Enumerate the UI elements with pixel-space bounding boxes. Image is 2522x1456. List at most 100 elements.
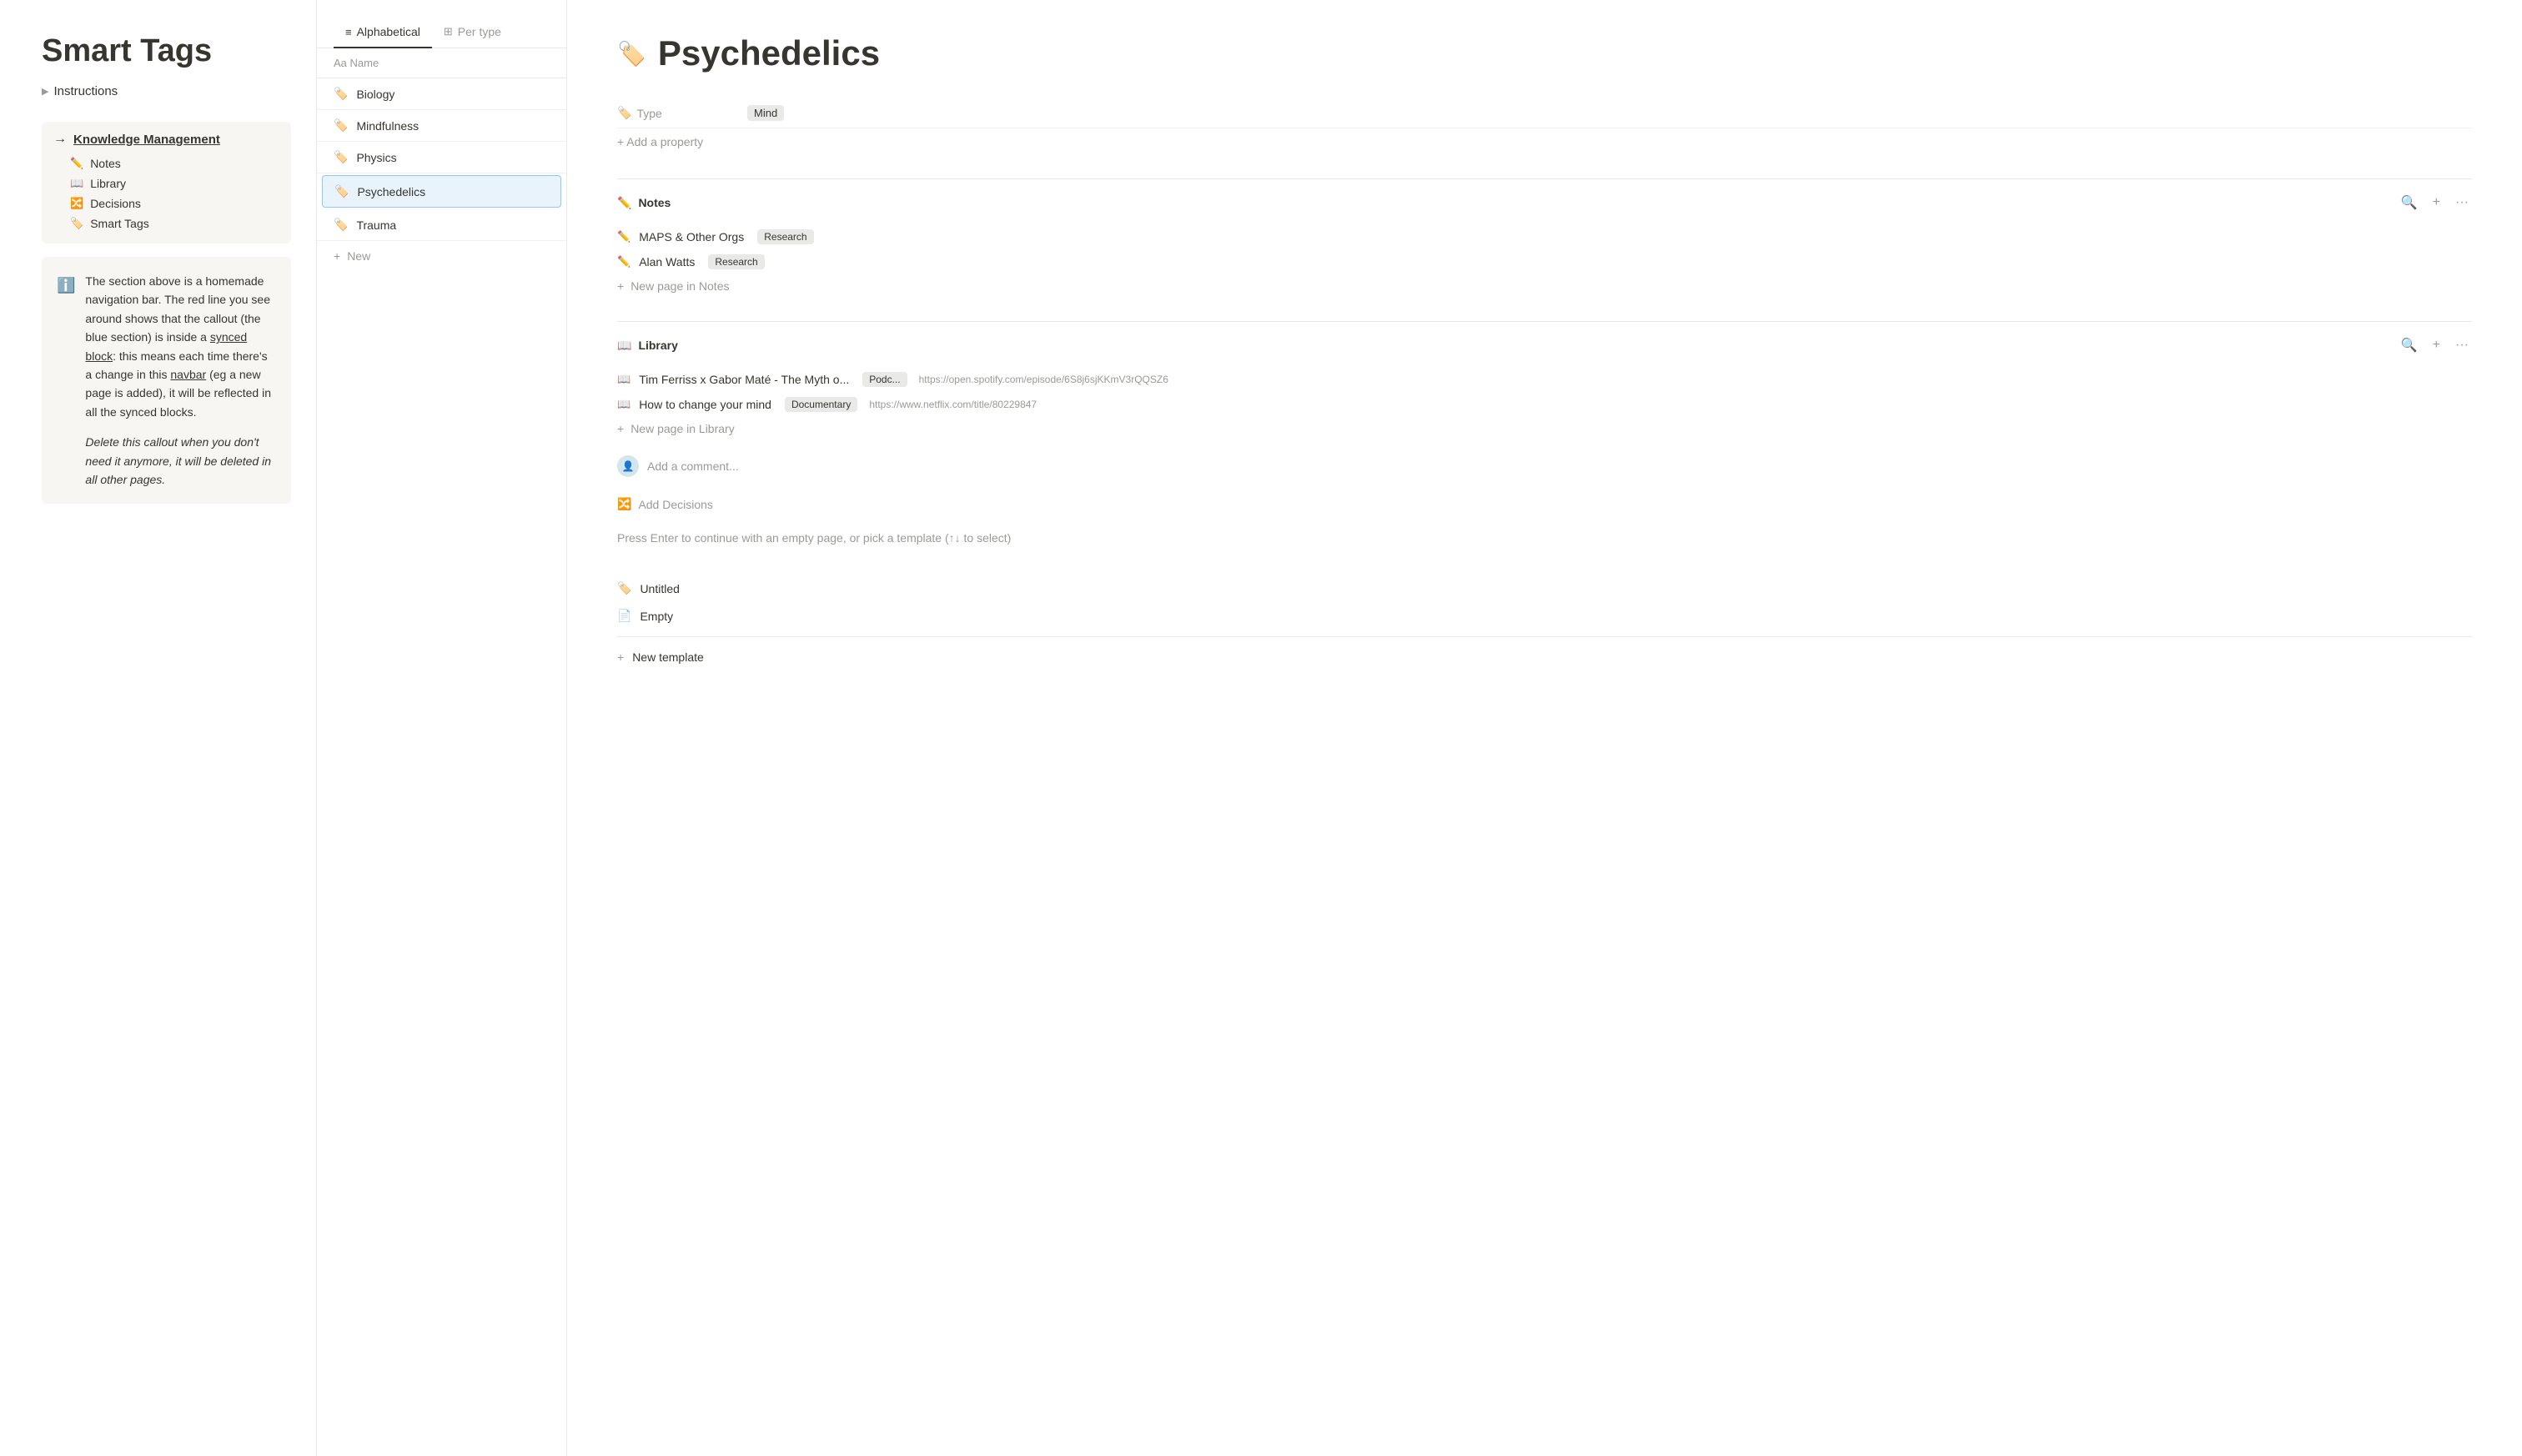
- note-row-maps: ✏️ MAPS & Other Orgs Research: [617, 224, 2472, 249]
- nav-item-label: Smart Tags: [90, 217, 149, 230]
- tab-per-type-label: Per type: [458, 25, 501, 38]
- template-option-untitled[interactable]: 🏷️ Untitled: [617, 575, 2472, 602]
- tab-alphabetical[interactable]: ≡ Alphabetical: [334, 17, 432, 48]
- tag-label: Psychedelics: [357, 185, 425, 198]
- middle-panel: ≡ Alphabetical ⊞ Per type Aa Name 🏷️ Bio…: [317, 0, 567, 1456]
- add-page-library-button[interactable]: + New page in Library: [617, 417, 2472, 440]
- untitled-icon: 🏷️: [617, 581, 631, 595]
- library-section-header: 📖 Library 🔍 + ···: [617, 335, 2472, 355]
- tag-item-biology[interactable]: 🏷️ Biology: [317, 78, 566, 110]
- type-label: Type: [636, 107, 661, 120]
- note-icon: ✏️: [617, 255, 630, 269]
- note-title-alan[interactable]: Alan Watts: [639, 255, 695, 269]
- instructions-toggle[interactable]: ▶ Instructions: [42, 84, 291, 98]
- template-options: 🏷️ Untitled 📄 Empty + New template: [617, 566, 2472, 679]
- tag-item-psychedelics[interactable]: 🏷️ Psychedelics: [322, 175, 561, 208]
- empty-icon: 📄: [617, 609, 631, 623]
- synced-block-link[interactable]: synced block: [85, 330, 247, 362]
- add-page-library-label: New page in Library: [630, 422, 735, 435]
- add-page-plus-icon: +: [617, 279, 624, 293]
- new-tag-label: New: [347, 249, 370, 263]
- nav-items-list: ✏️ Notes 📖 Library 🔀 Decisions 🏷️ Smart …: [53, 153, 279, 233]
- add-property-button[interactable]: + Add a property: [617, 128, 2472, 155]
- tag-item-physics[interactable]: 🏷️ Physics: [317, 142, 566, 173]
- decisions-icon: 🔀: [70, 197, 83, 210]
- add-decisions-button[interactable]: 🔀 Add Decisions: [617, 490, 2472, 518]
- template-option-empty[interactable]: 📄 Empty: [617, 602, 2472, 630]
- template-divider: [617, 636, 2472, 637]
- nav-item-label: Library: [90, 177, 126, 190]
- nav-header[interactable]: → Knowledge Management: [53, 132, 279, 147]
- library-row-tim: 📖 Tim Ferriss x Gabor Maté - The Myth o.…: [617, 367, 2472, 392]
- lib-icon: 📖: [617, 373, 630, 386]
- left-panel: Smart Tags ▶ Instructions → Knowledge Ma…: [0, 0, 317, 1456]
- tag-list: 🏷️ Biology 🏷️ Mindfulness 🏷️ Physics 🏷️ …: [317, 78, 566, 241]
- nav-title[interactable]: Knowledge Management: [73, 133, 220, 147]
- library-more-button[interactable]: ···: [2452, 336, 2472, 354]
- type-property-label: 🏷️ Type: [617, 106, 734, 120]
- type-value-badge[interactable]: Mind: [747, 105, 784, 121]
- notes-section-header: ✏️ Notes 🔍 + ···: [617, 193, 2472, 213]
- library-section-actions: 🔍 + ···: [2398, 335, 2472, 355]
- tag-icon: 🏷️: [334, 218, 348, 232]
- page-title: Smart Tags: [42, 33, 291, 69]
- lib-title-tim[interactable]: Tim Ferriss x Gabor Maté - The Myth o...: [639, 373, 849, 386]
- lib-badge-mind[interactable]: Documentary: [785, 397, 857, 412]
- type-property-row: 🏷️ Type Mind: [617, 98, 2472, 128]
- new-template-label: New template: [632, 650, 704, 664]
- library-row-mind: 📖 How to change your mind Documentary ht…: [617, 392, 2472, 417]
- library-search-button[interactable]: 🔍: [2398, 335, 2421, 355]
- tag-label: Trauma: [356, 218, 396, 232]
- add-page-notes-button[interactable]: + New page in Notes: [617, 274, 2472, 298]
- lib-url-mind: https://www.netflix.com/title/80229847: [869, 399, 1037, 410]
- tag-item-mindfulness[interactable]: 🏷️ Mindfulness: [317, 110, 566, 142]
- column-header: Aa Name: [317, 48, 566, 78]
- notes-section: ✏️ Notes 🔍 + ··· ✏️ MAPS & Other Orgs Re…: [617, 178, 2472, 298]
- notes-search-button[interactable]: 🔍: [2398, 193, 2421, 213]
- tab-alphabetical-label: Alphabetical: [357, 25, 420, 38]
- note-icon: ✏️: [617, 230, 630, 244]
- library-section: 📖 Library 🔍 + ··· 📖 Tim Ferriss x Gabor …: [617, 321, 2472, 440]
- instructions-label: Instructions: [53, 84, 118, 98]
- decisions-icon-sm: 🔀: [617, 497, 631, 511]
- add-page-notes-label: New page in Notes: [630, 279, 729, 293]
- comment-placeholder[interactable]: Add a comment...: [647, 459, 739, 473]
- new-template-button[interactable]: + New template: [617, 644, 2472, 670]
- notes-section-actions: 🔍 + ···: [2398, 193, 2472, 213]
- note-title-maps[interactable]: MAPS & Other Orgs: [639, 230, 744, 244]
- notes-section-title: ✏️ Notes: [617, 196, 671, 210]
- note-badge-alan[interactable]: Research: [708, 254, 764, 269]
- smart-tags-icon: 🏷️: [70, 217, 83, 230]
- lib-title-mind[interactable]: How to change your mind: [639, 398, 771, 411]
- callout-paragraph-1: The section above is a homemade navigati…: [85, 272, 276, 421]
- template-untitled-label: Untitled: [640, 582, 679, 595]
- sidebar-item-notes[interactable]: ✏️ Notes: [70, 153, 279, 173]
- notes-title-label: Notes: [638, 196, 671, 209]
- library-add-button[interactable]: +: [2429, 336, 2444, 354]
- tag-icon: 🏷️: [334, 87, 348, 101]
- template-empty-label: Empty: [640, 610, 673, 623]
- library-icon: 📖: [70, 177, 83, 190]
- sidebar-item-smart-tags[interactable]: 🏷️ Smart Tags: [70, 213, 279, 233]
- tab-per-type[interactable]: ⊞ Per type: [432, 17, 513, 48]
- note-badge-maps[interactable]: Research: [757, 229, 813, 244]
- comment-avatar: 👤: [617, 455, 639, 477]
- chevron-right-icon: ▶: [42, 86, 48, 97]
- tag-icon: 🏷️: [334, 184, 349, 198]
- notes-add-button[interactable]: +: [2429, 193, 2444, 212]
- lib-badge-tim[interactable]: Podc...: [862, 372, 907, 387]
- library-section-icon: 📖: [617, 339, 631, 353]
- new-tag-button[interactable]: + New: [317, 241, 566, 271]
- sidebar-item-library[interactable]: 📖 Library: [70, 173, 279, 193]
- plus-icon: +: [334, 249, 340, 263]
- add-page-lib-plus-icon: +: [617, 422, 624, 435]
- nav-section: → Knowledge Management ✏️ Notes 📖 Librar…: [42, 122, 291, 244]
- callout-content: The section above is a homemade navigati…: [85, 272, 276, 489]
- info-icon: ℹ️: [57, 274, 75, 489]
- nav-item-label: Decisions: [90, 197, 141, 210]
- tag-item-trauma[interactable]: 🏷️ Trauma: [317, 209, 566, 241]
- arrow-icon: →: [53, 132, 67, 147]
- sidebar-item-decisions[interactable]: 🔀 Decisions: [70, 193, 279, 213]
- notes-more-button[interactable]: ···: [2452, 193, 2472, 212]
- add-property-label: + Add a property: [617, 135, 703, 148]
